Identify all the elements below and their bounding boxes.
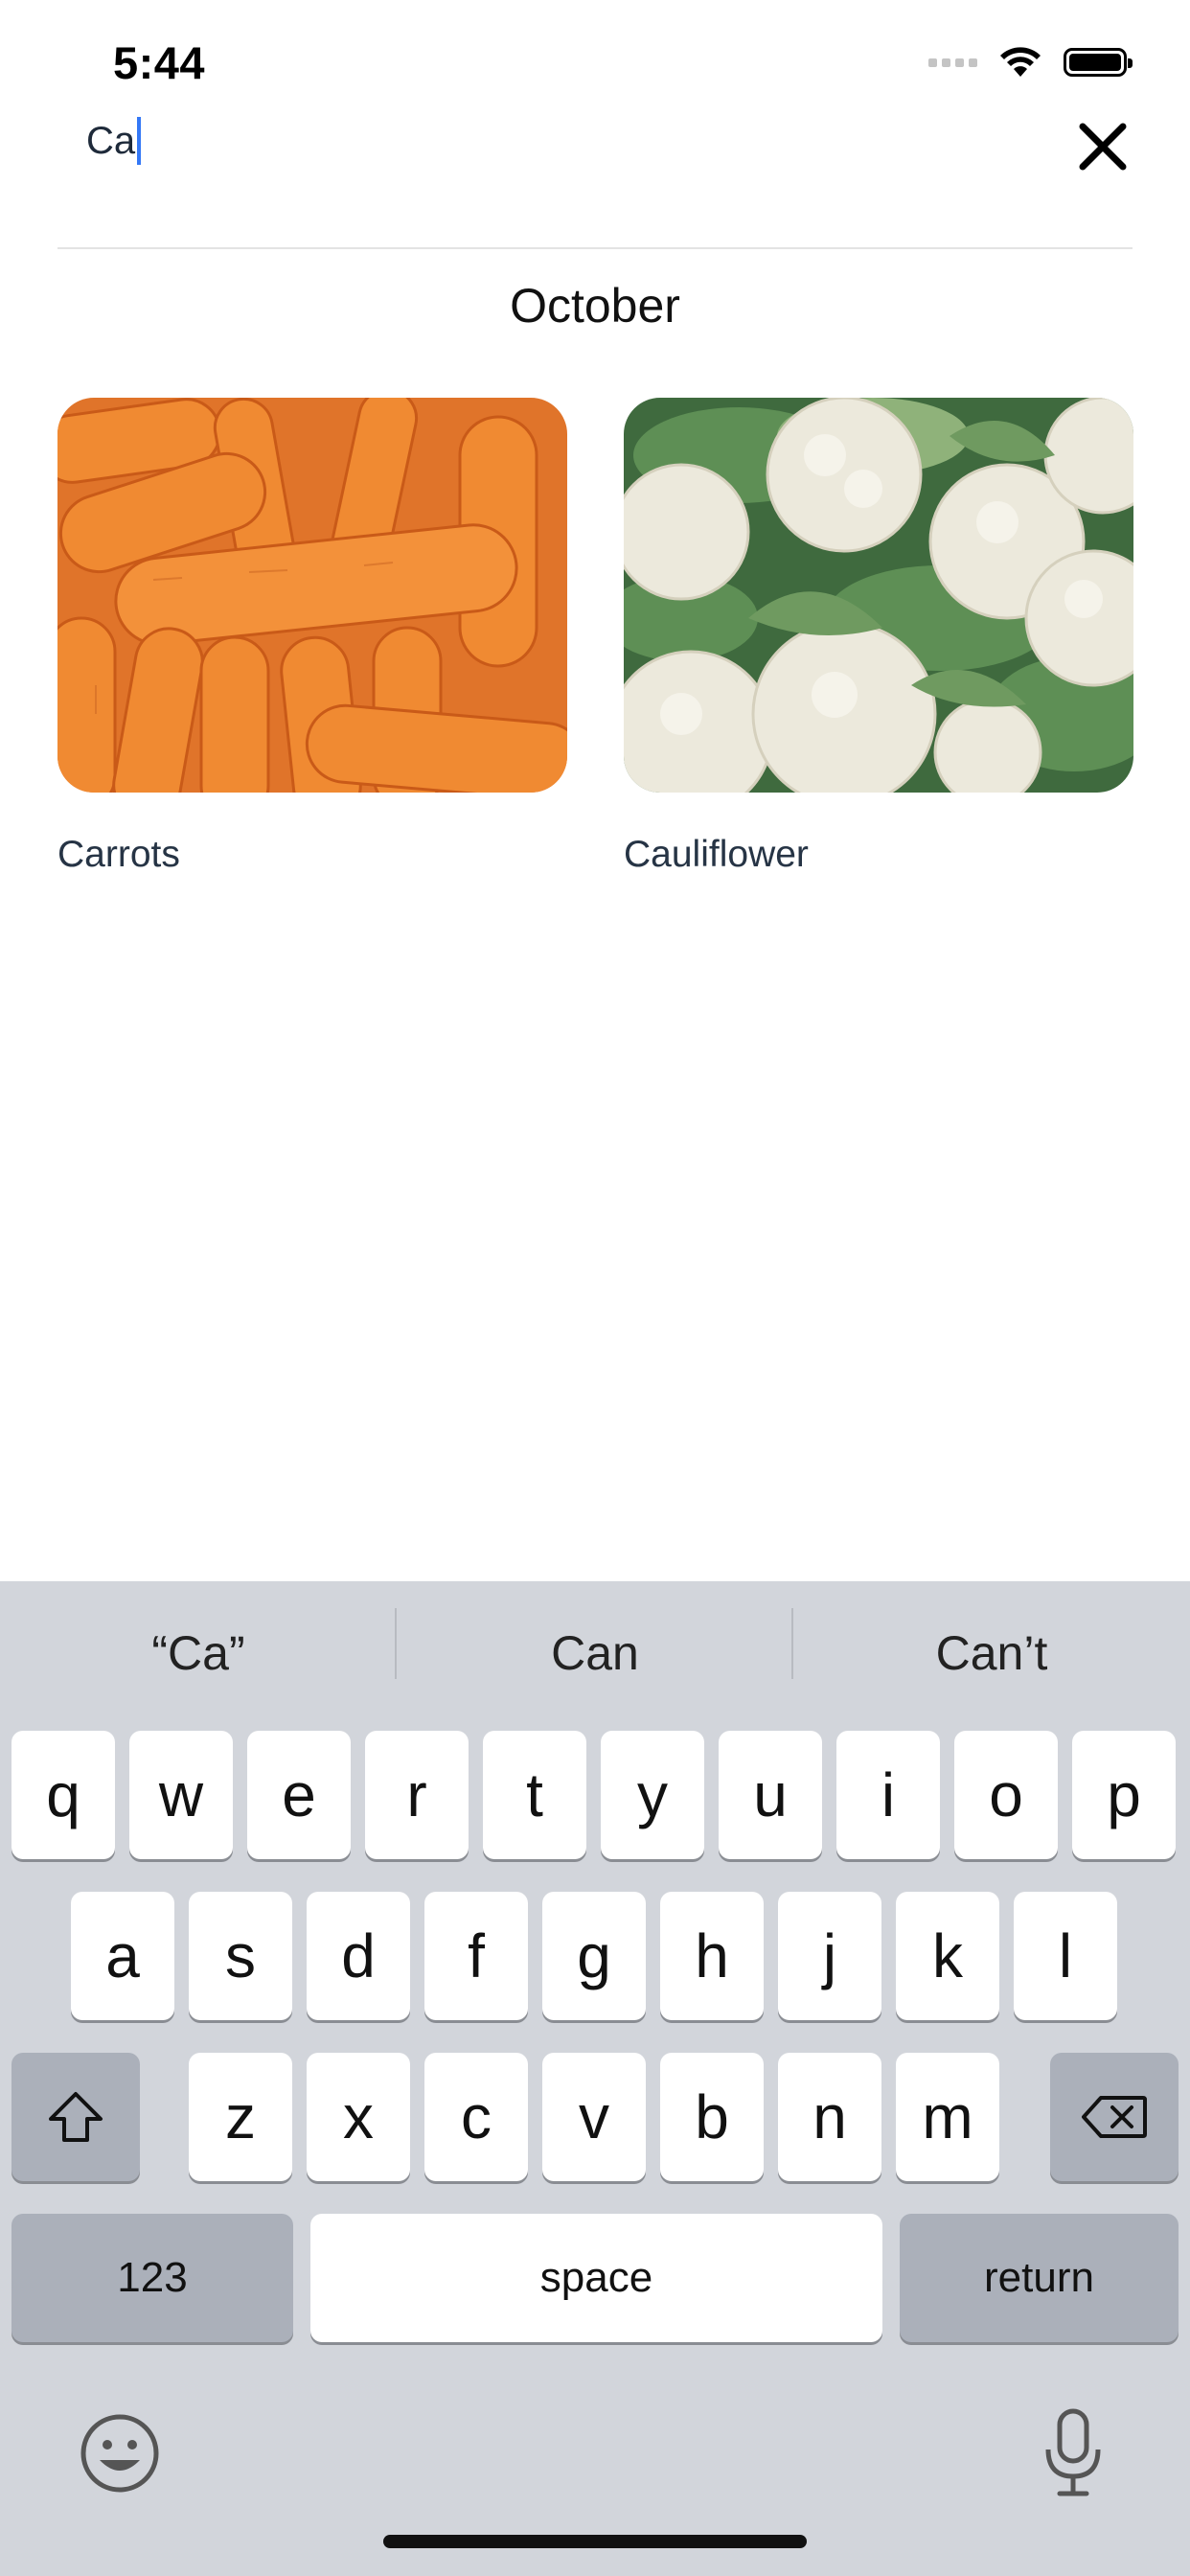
section-title: October bbox=[510, 279, 680, 333]
emoji-icon bbox=[80, 2414, 159, 2493]
key-b[interactable]: b bbox=[660, 2053, 764, 2181]
key-u[interactable]: u bbox=[719, 1731, 822, 1859]
key-x[interactable]: x bbox=[307, 2053, 410, 2181]
result-card-carrots[interactable]: Carrots bbox=[57, 398, 567, 876]
suggestion-bar: “Ca” Can Can’t bbox=[0, 1581, 1190, 1725]
emoji-button[interactable] bbox=[77, 2410, 163, 2496]
key-h[interactable]: h bbox=[660, 1892, 764, 2020]
dictation-button[interactable] bbox=[1035, 2405, 1111, 2501]
key-r[interactable]: r bbox=[365, 1731, 469, 1859]
suggestion-item[interactable]: Can’t bbox=[793, 1581, 1190, 1725]
key-i[interactable]: i bbox=[836, 1731, 940, 1859]
wifi-icon bbox=[1000, 47, 1041, 77]
cellular-signal-icon bbox=[928, 58, 977, 67]
result-card-cauliflower[interactable]: Cauliflower bbox=[624, 398, 1133, 876]
key-p[interactable]: p bbox=[1072, 1731, 1176, 1859]
key-e[interactable]: e bbox=[247, 1731, 351, 1859]
key-a[interactable]: a bbox=[71, 1892, 174, 2020]
search-input-text: Ca bbox=[86, 119, 136, 162]
result-label: Cauliflower bbox=[624, 834, 809, 875]
keyboard: “Ca” Can Can’t q w e r t y u i o p a s d… bbox=[0, 1581, 1190, 2576]
key-c[interactable]: c bbox=[424, 2053, 528, 2181]
close-button[interactable] bbox=[1073, 117, 1133, 176]
status-time: 5:44 bbox=[113, 37, 206, 88]
numbers-key[interactable]: 123 bbox=[11, 2214, 293, 2342]
key-m[interactable]: m bbox=[896, 2053, 999, 2181]
delete-key[interactable] bbox=[1050, 2053, 1179, 2181]
key-j[interactable]: j bbox=[778, 1892, 881, 2020]
result-label: Carrots bbox=[57, 834, 180, 875]
battery-icon bbox=[1064, 48, 1133, 77]
backspace-icon bbox=[1082, 2096, 1147, 2138]
close-icon bbox=[1079, 123, 1127, 171]
microphone-icon bbox=[1045, 2408, 1101, 2496]
key-d[interactable]: d bbox=[307, 1892, 410, 2020]
key-y[interactable]: y bbox=[601, 1731, 704, 1859]
key-o[interactable]: o bbox=[954, 1731, 1058, 1859]
key-g[interactable]: g bbox=[542, 1892, 646, 2020]
key-f[interactable]: f bbox=[424, 1892, 528, 2020]
status-icons bbox=[928, 46, 1133, 79]
space-key[interactable]: space bbox=[310, 2214, 882, 2342]
suggestion-item[interactable]: “Ca” bbox=[0, 1581, 397, 1725]
carrots-image bbox=[57, 398, 567, 793]
shift-icon bbox=[49, 2092, 103, 2142]
return-key[interactable]: return bbox=[900, 2214, 1179, 2342]
key-k[interactable]: k bbox=[896, 1892, 999, 2020]
key-z[interactable]: z bbox=[189, 2053, 292, 2181]
cauliflower-image bbox=[624, 398, 1133, 793]
key-n[interactable]: n bbox=[778, 2053, 881, 2181]
search-input[interactable]: Ca bbox=[86, 107, 142, 174]
shift-key[interactable] bbox=[11, 2053, 140, 2181]
suggestion-item[interactable]: Can bbox=[397, 1581, 793, 1725]
key-s[interactable]: s bbox=[189, 1892, 292, 2020]
key-t[interactable]: t bbox=[483, 1731, 586, 1859]
search-divider bbox=[57, 247, 1133, 249]
key-q[interactable]: q bbox=[11, 1731, 115, 1859]
key-w[interactable]: w bbox=[129, 1731, 233, 1859]
text-caret bbox=[137, 117, 142, 165]
key-l[interactable]: l bbox=[1014, 1892, 1117, 2020]
key-v[interactable]: v bbox=[542, 2053, 646, 2181]
home-indicator bbox=[383, 2535, 807, 2548]
